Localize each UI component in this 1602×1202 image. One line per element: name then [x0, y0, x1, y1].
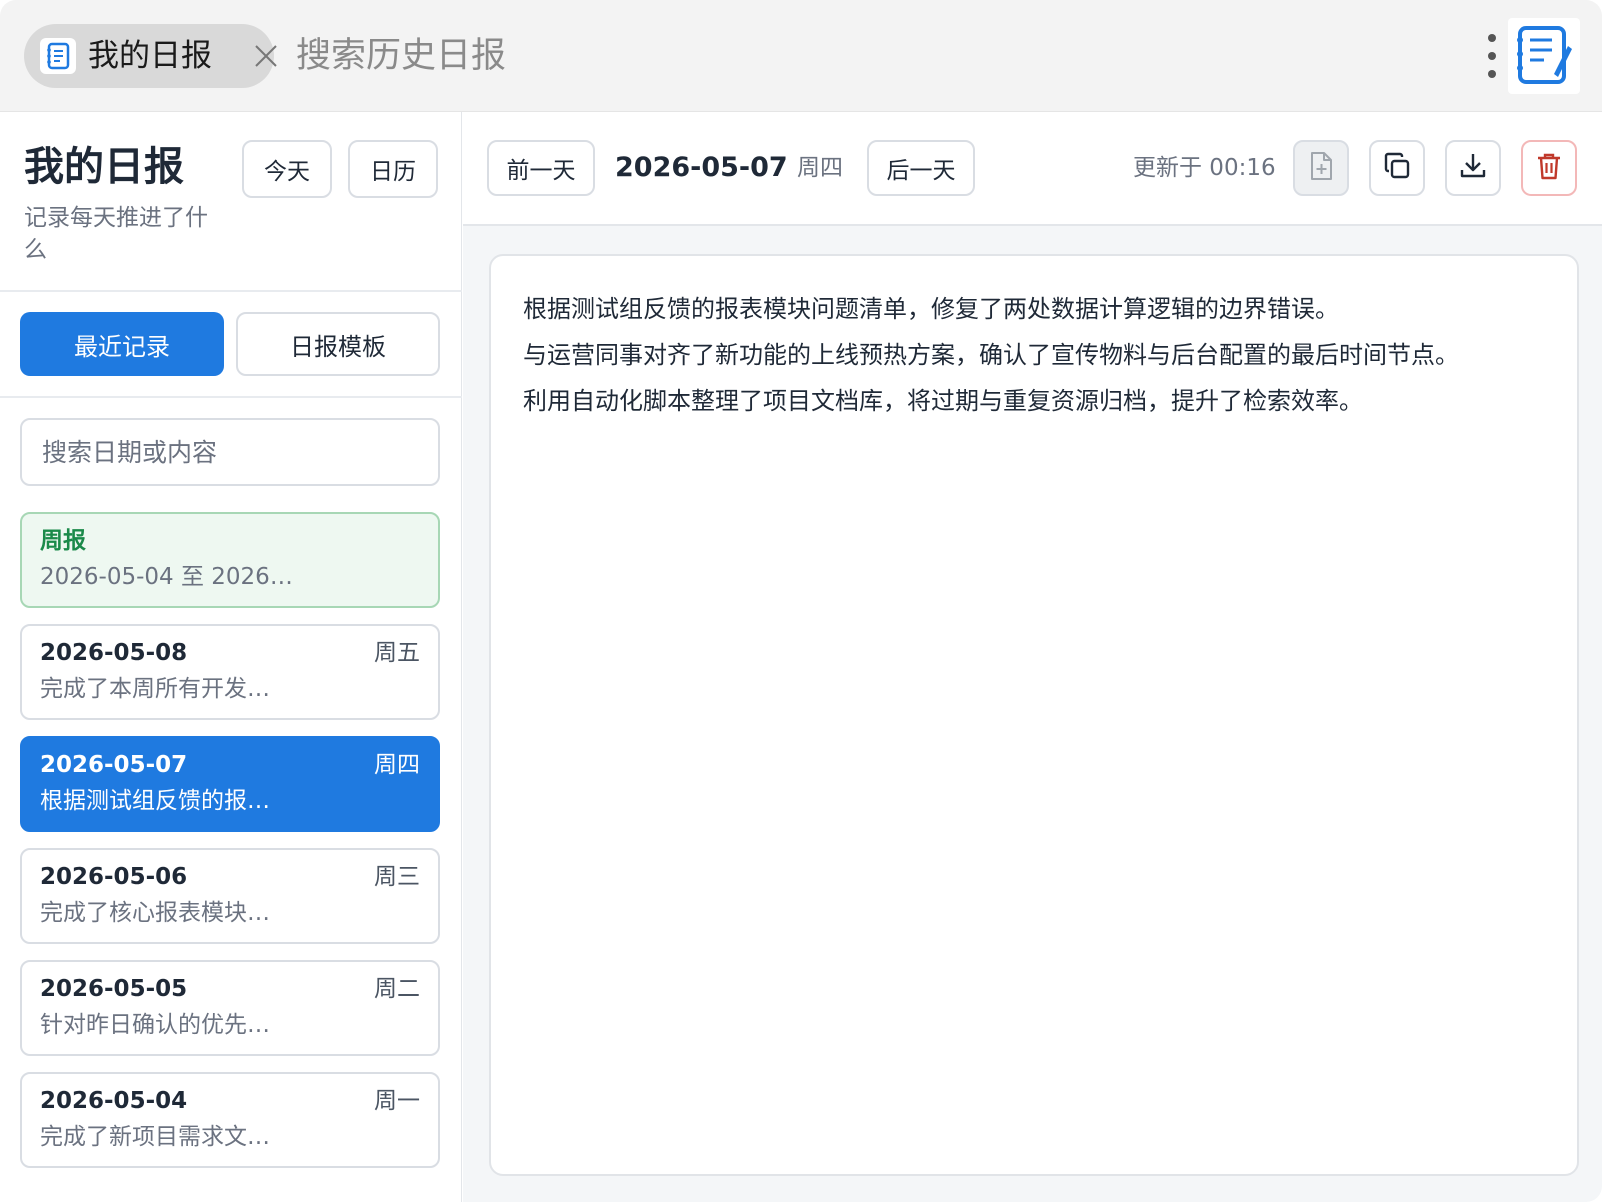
- report-line: 根据测试组反馈的报表模块问题清单，修复了两处数据计算逻辑的边界错误。: [523, 295, 1339, 323]
- close-icon[interactable]: [250, 40, 282, 72]
- entry-weekday: 周三: [374, 864, 420, 890]
- copy-icon: [1382, 151, 1412, 185]
- file-plus-icon: [1307, 151, 1335, 185]
- new-file-button[interactable]: [1293, 140, 1349, 196]
- divider: [0, 396, 462, 398]
- entry-date: 2026-05-08: [40, 640, 188, 666]
- entry-date: 周报: [40, 528, 86, 554]
- entry-snippet: 完成了本周所有开发…: [40, 676, 270, 702]
- entry-snippet: 根据测试组反馈的报…: [40, 788, 270, 814]
- copy-button[interactable]: [1369, 140, 1425, 196]
- entry-date: 2026-05-06: [40, 864, 188, 890]
- entry-snippet: 完成了核心报表模块…: [40, 900, 270, 926]
- updated-time: 更新于 00:16: [1133, 155, 1276, 181]
- current-date: 2026-05-07: [615, 152, 788, 183]
- previous-day-button[interactable]: 前一天: [487, 140, 595, 196]
- app-tab[interactable]: 我的日报: [24, 24, 277, 88]
- list-item[interactable]: 2026-05-06 周三 完成了核心报表模块…: [20, 848, 440, 944]
- list-item-weekly-report[interactable]: 周报 2026-05-04 至 2026…: [20, 512, 440, 608]
- trash-icon: [1534, 151, 1564, 185]
- report-editor[interactable]: 根据测试组反馈的报表模块问题清单，修复了两处数据计算逻辑的边界错误。 与运营同事…: [489, 254, 1579, 1176]
- main-panel: 前一天 2026-05-07 周四 后一天 更新于 00:16 根据测试组反馈的…: [463, 112, 1602, 1202]
- tab-title: 我的日报: [88, 38, 212, 74]
- top-bar: 我的日报: [0, 0, 1602, 112]
- history-search-input[interactable]: [296, 28, 896, 84]
- app-window: 我的日报 我的日报: [0, 0, 1602, 1202]
- list-item[interactable]: 2026-05-04 周一 完成了新项目需求文…: [20, 1072, 440, 1168]
- current-weekday: 周四: [797, 155, 843, 181]
- sidebar-title: 我的日报: [24, 144, 184, 190]
- sidebar: 我的日报 记录每天推进了什么 今天 日历 最近记录 日报模板 周报 2026-0…: [0, 112, 462, 1202]
- download-icon: [1458, 151, 1488, 185]
- notebook-icon: [40, 38, 76, 74]
- report-line: 与运营同事对齐了新功能的上线预热方案，确认了宣传物料与后台配置的最后时间节点。: [523, 341, 1459, 369]
- entry-date: 2026-05-07: [40, 752, 188, 778]
- report-line: 利用自动化脚本整理了项目文档库，将过期与重复资源归档，提升了检索效率。: [523, 387, 1363, 415]
- list-item[interactable]: 2026-05-05 周二 针对昨日确认的优先…: [20, 960, 440, 1056]
- entry-snippet: 完成了新项目需求文…: [40, 1124, 270, 1150]
- entry-date: 2026-05-04: [40, 1088, 188, 1114]
- entry-search-input[interactable]: [20, 418, 440, 486]
- entry-date: 2026-05-05: [40, 976, 188, 1002]
- notebook-pen-icon: [1508, 18, 1580, 94]
- tab-recent-records[interactable]: 最近记录: [20, 312, 224, 376]
- list-item[interactable]: 2026-05-08 周五 完成了本周所有开发…: [20, 624, 440, 720]
- entry-snippet: 针对昨日确认的优先…: [40, 1012, 270, 1038]
- today-button[interactable]: 今天: [242, 140, 332, 198]
- kebab-menu-icon[interactable]: [1484, 30, 1500, 82]
- divider: [0, 290, 462, 292]
- next-day-button[interactable]: 后一天: [867, 140, 975, 196]
- sidebar-subtitle: 记录每天推进了什么: [24, 205, 208, 263]
- delete-button[interactable]: [1521, 140, 1577, 196]
- list-item-selected[interactable]: 2026-05-07 周四 根据测试组反馈的报…: [20, 736, 440, 832]
- main-toolbar: 前一天 2026-05-07 周四 后一天 更新于 00:16: [463, 112, 1602, 226]
- calendar-button[interactable]: 日历: [348, 140, 438, 198]
- entry-snippet: 2026-05-04 至 2026…: [40, 564, 293, 590]
- entry-weekday: 周五: [374, 640, 420, 666]
- tab-report-templates[interactable]: 日报模板: [236, 312, 440, 376]
- entry-weekday: 周一: [374, 1088, 420, 1114]
- entry-weekday: 周二: [374, 976, 420, 1002]
- entry-weekday: 周四: [374, 752, 420, 778]
- download-button[interactable]: [1445, 140, 1501, 196]
